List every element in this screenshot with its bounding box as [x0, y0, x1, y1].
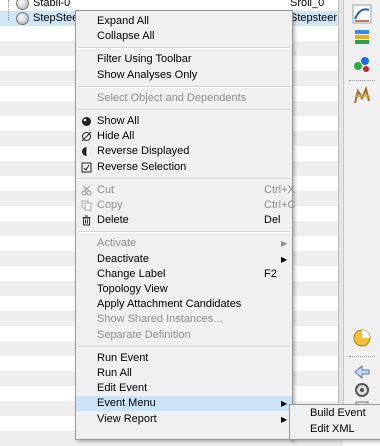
menu-item-label: Separate Definition — [97, 329, 191, 341]
toolbar-divider — [349, 80, 375, 81]
submenu-item-label: Edit XML — [310, 423, 355, 435]
menu-item-label: Topology View — [97, 283, 168, 295]
menu-item-topology-view[interactable]: Topology View — [76, 282, 292, 297]
submenu-arrow-icon: ▶ — [281, 255, 288, 264]
menu-item-expand-all[interactable]: Expand All — [76, 14, 292, 29]
scissors-icon — [81, 185, 92, 196]
menu-item-shortcut: Ctrl+X — [264, 184, 295, 196]
menu-separator — [78, 231, 290, 234]
event-submenu: Build Event Edit XML — [289, 404, 380, 440]
menu-item-label: Delete — [97, 214, 129, 226]
menu-item-label: Activate — [97, 237, 137, 249]
tree-row-column-value: Sroll_0 — [290, 0, 325, 9]
submenu-arrow-icon: ▶ — [281, 239, 288, 248]
toolbar-divider — [349, 356, 375, 357]
menu-item-run-event[interactable]: Run Event — [76, 351, 292, 366]
menu-item-shortcut: Del — [264, 214, 281, 226]
menu-item-shortcut: F2 — [264, 268, 277, 280]
menu-item-select-object-and-dependents[interactable]: Select Object and Dependents — [76, 91, 292, 106]
molecule-icon[interactable] — [352, 54, 372, 74]
menu-item-show-all[interactable]: Show All — [76, 114, 292, 129]
menu-item-show-shared-instances[interactable]: Show Shared Instances... — [76, 312, 292, 327]
menu-item-apply-attachment-candidates[interactable]: Apply Attachment Candidates — [76, 297, 292, 312]
event-icon — [16, 0, 29, 10]
menu-separator — [78, 85, 290, 88]
menu-item-separate-definition[interactable]: Separate Definition — [76, 328, 292, 343]
gear-icon[interactable] — [352, 380, 372, 400]
menu-item-label: Edit Event — [97, 382, 148, 394]
menu-item-label: Run All — [97, 367, 132, 379]
stack-icon[interactable] — [352, 28, 372, 48]
menu-item-copy[interactable]: Copy Ctrl+C — [76, 198, 296, 213]
menu-item-label: Deactivate — [97, 253, 149, 265]
reverse-displayed-icon — [81, 146, 92, 157]
menu-item-label: Cut — [97, 184, 115, 196]
reverse-selection-icon — [81, 162, 92, 173]
curve-plot-icon[interactable] — [352, 4, 372, 24]
menu-item-hide-all[interactable]: Hide All — [76, 129, 292, 144]
submenu-item-build-event[interactable]: Build Event — [290, 406, 380, 421]
submenu-arrow-icon: ▶ — [281, 399, 288, 408]
menu-item-show-analyses-only[interactable]: Show Analyses Only — [76, 68, 292, 83]
menu-item-shortcut: Ctrl+C — [264, 199, 296, 211]
trash-icon — [81, 215, 92, 226]
menu-item-label: View Report — [97, 413, 157, 425]
menu-item-label: Select Object and Dependents — [97, 92, 247, 104]
submenu-item-label: Build Event — [310, 407, 366, 419]
menu-item-view-report[interactable]: View Report ▶ — [76, 412, 292, 427]
pie-icon[interactable] — [352, 328, 372, 348]
menu-item-reverse-displayed[interactable]: Reverse Displayed — [76, 144, 292, 159]
menu-item-cut[interactable]: Cut Ctrl+X — [76, 183, 295, 198]
menu-item-activate[interactable]: Activate ▶ — [76, 236, 292, 251]
menu-item-label: Run Event — [97, 352, 149, 364]
menu-item-label: Apply Attachment Candidates — [97, 298, 242, 310]
menu-item-event-menu[interactable]: Event Menu ▶ — [76, 396, 292, 411]
event-icon — [16, 12, 29, 25]
menu-item-deactivate[interactable]: Deactivate ▶ — [76, 252, 292, 267]
menu-item-label: Change Label — [97, 268, 166, 280]
menu-item-label: Collapse All — [97, 30, 155, 42]
arrow-left-icon[interactable] — [352, 362, 372, 382]
show-all-icon — [81, 116, 92, 127]
tree-connector-line — [8, 0, 10, 20]
menu-item-delete[interactable]: Delete Del — [76, 213, 292, 228]
menu-item-label: Reverse Selection — [97, 161, 187, 173]
menu-separator — [78, 109, 290, 111]
menu-item-label: Hide All — [97, 130, 135, 142]
menu-item-collapse-all[interactable]: Collapse All — [76, 29, 292, 44]
menu-item-label: Copy — [97, 199, 123, 211]
menu-item-label: Expand All — [97, 15, 149, 27]
menu-item-label: Reverse Displayed — [97, 145, 190, 157]
hide-all-icon — [81, 131, 92, 142]
menu-item-label: Show Analyses Only — [97, 69, 198, 81]
submenu-item-edit-xml[interactable]: Edit XML — [290, 422, 380, 437]
mesh-icon[interactable] — [352, 86, 372, 106]
tree-row-column-value: Stepsteer — [290, 12, 338, 24]
menu-item-label: Filter Using Toolbar — [97, 53, 192, 65]
menu-item-change-label[interactable]: Change Label F2 — [76, 267, 292, 282]
copy-icon — [81, 200, 92, 211]
menu-separator — [78, 47, 290, 50]
menu-item-label: Show All — [97, 115, 140, 127]
menu-item-filter-using-toolbar[interactable]: Filter Using Toolbar — [76, 52, 292, 67]
menu-item-label: Show Shared Instances... — [97, 313, 223, 325]
menu-item-run-all[interactable]: Run All — [76, 366, 292, 381]
right-toolbar — [343, 0, 380, 438]
submenu-arrow-icon: ▶ — [281, 415, 288, 424]
menu-separator — [78, 177, 290, 180]
menu-item-edit-event[interactable]: Edit Event — [76, 381, 292, 396]
context-menu: Expand All Collapse All Filter Using Toolb… — [75, 10, 296, 440]
menu-separator — [78, 345, 290, 348]
tree-row-name: Stabil-0 — [33, 0, 71, 9]
menu-item-label: Event Menu — [97, 397, 156, 409]
menu-item-reverse-selection[interactable]: Reverse Selection — [76, 160, 292, 175]
